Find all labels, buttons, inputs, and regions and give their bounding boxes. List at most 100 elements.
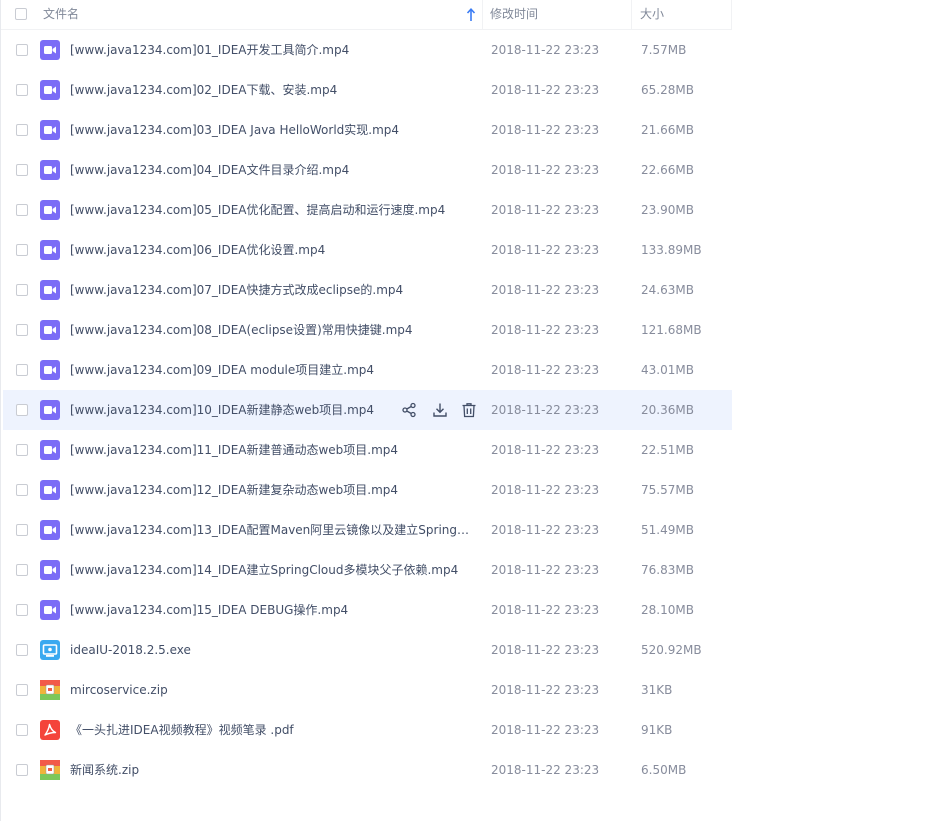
file-modified-time: 2018-11-22 23:23 bbox=[491, 363, 600, 377]
file-modified-time: 2018-11-22 23:23 bbox=[491, 203, 600, 217]
video-file-icon bbox=[40, 480, 60, 500]
file-size: 51.49MB bbox=[641, 523, 694, 537]
file-size: 20.36MB bbox=[641, 403, 694, 417]
file-modified-time: 2018-11-22 23:23 bbox=[491, 763, 600, 777]
file-row[interactable]: [www.java1234.com]06_IDEA优化设置.mp4 2018-11… bbox=[3, 230, 732, 270]
file-row[interactable]: [www.java1234.com]10_IDEA新建静态web项目.mp4 20… bbox=[3, 390, 732, 430]
file-row[interactable]: 新闻系统.zip 2018-11-22 23:23 6.50MB bbox=[3, 750, 732, 790]
file-row[interactable]: [www.java1234.com]08_IDEA(eclipse设置)常用快捷… bbox=[3, 310, 732, 350]
column-header-time[interactable]: 修改时间 bbox=[490, 0, 538, 29]
video-file-icon bbox=[40, 320, 60, 340]
file-row[interactable]: [www.java1234.com]14_IDEA建立SpringCloud多模… bbox=[3, 550, 732, 590]
file-modified-time: 2018-11-22 23:23 bbox=[491, 643, 600, 657]
delete-icon[interactable] bbox=[461, 402, 477, 418]
column-header-size[interactable]: 大小 bbox=[640, 0, 664, 29]
file-name[interactable]: [www.java1234.com]03_IDEA Java HelloWorl… bbox=[70, 110, 475, 150]
video-file-icon bbox=[40, 40, 60, 60]
file-row[interactable]: [www.java1234.com]05_IDEA优化配置、提高启动和运行速度.… bbox=[3, 190, 732, 230]
row-checkbox[interactable] bbox=[16, 84, 28, 96]
row-checkbox[interactable] bbox=[16, 644, 28, 656]
column-divider[interactable] bbox=[631, 0, 632, 29]
row-checkbox[interactable] bbox=[16, 604, 28, 616]
pdf-file-icon bbox=[40, 720, 60, 740]
file-name[interactable]: [www.java1234.com]08_IDEA(eclipse设置)常用快捷… bbox=[70, 310, 475, 350]
file-name[interactable]: [www.java1234.com]11_IDEA新建普通动态web项目.mp4 bbox=[70, 430, 475, 470]
row-checkbox[interactable] bbox=[16, 564, 28, 576]
file-row[interactable]: 《一头扎进IDEA视频教程》视频笔录 .pdf 2018-11-22 23:23 9… bbox=[3, 710, 732, 750]
file-row[interactable]: [www.java1234.com]11_IDEA新建普通动态web项目.mp4… bbox=[3, 430, 732, 470]
zip-file-icon bbox=[40, 760, 60, 780]
row-checkbox[interactable] bbox=[16, 444, 28, 456]
file-modified-time: 2018-11-22 23:23 bbox=[491, 483, 600, 497]
video-file-icon bbox=[40, 160, 60, 180]
sort-ascending-icon[interactable] bbox=[466, 8, 476, 22]
row-checkbox[interactable] bbox=[16, 524, 28, 536]
video-file-icon bbox=[40, 600, 60, 620]
row-checkbox[interactable] bbox=[16, 44, 28, 56]
file-name[interactable]: [www.java1234.com]15_IDEA DEBUG操作.mp4 bbox=[70, 590, 475, 630]
column-divider[interactable] bbox=[731, 0, 732, 29]
share-icon[interactable] bbox=[401, 402, 417, 418]
file-modified-time: 2018-11-22 23:23 bbox=[491, 683, 600, 697]
row-checkbox[interactable] bbox=[16, 484, 28, 496]
video-file-icon bbox=[40, 80, 60, 100]
video-file-icon bbox=[40, 120, 60, 140]
file-size: 43.01MB bbox=[641, 363, 694, 377]
file-name[interactable]: [www.java1234.com]14_IDEA建立SpringCloud多模… bbox=[70, 550, 475, 590]
file-name[interactable]: [www.java1234.com]09_IDEA module项目建立.mp4 bbox=[70, 350, 475, 390]
file-name[interactable]: 《一头扎进IDEA视频教程》视频笔录 .pdf bbox=[70, 710, 475, 750]
file-modified-time: 2018-11-22 23:23 bbox=[491, 603, 600, 617]
file-name[interactable]: [www.java1234.com]02_IDEA下载、安装.mp4 bbox=[70, 70, 475, 110]
file-modified-time: 2018-11-22 23:23 bbox=[491, 523, 600, 537]
file-modified-time: 2018-11-22 23:23 bbox=[491, 563, 600, 577]
download-icon[interactable] bbox=[432, 402, 448, 418]
file-name[interactable]: [www.java1234.com]04_IDEA文件目录介绍.mp4 bbox=[70, 150, 475, 190]
file-name[interactable]: [www.java1234.com]12_IDEA新建复杂动态web项目.mp4 bbox=[70, 470, 475, 510]
column-divider[interactable] bbox=[482, 0, 483, 29]
file-row[interactable]: ideaIU-2018.2.5.exe 2018-11-22 23:23 520.9… bbox=[3, 630, 732, 670]
file-row[interactable]: [www.java1234.com]13_IDEA配置Maven阿里云镜像以及建… bbox=[3, 510, 732, 550]
file-row[interactable]: [www.java1234.com]15_IDEA DEBUG操作.mp4 201… bbox=[3, 590, 732, 630]
zip-file-icon bbox=[40, 680, 60, 700]
file-name[interactable]: 新闻系统.zip bbox=[70, 750, 475, 790]
row-checkbox[interactable] bbox=[16, 324, 28, 336]
video-file-icon bbox=[40, 520, 60, 540]
row-checkbox[interactable] bbox=[16, 684, 28, 696]
file-modified-time: 2018-11-22 23:23 bbox=[491, 43, 600, 57]
file-row[interactable]: [www.java1234.com]07_IDEA快捷方式改成eclipse的.… bbox=[3, 270, 732, 310]
file-name[interactable]: [www.java1234.com]07_IDEA快捷方式改成eclipse的.… bbox=[70, 270, 475, 310]
file-row[interactable]: [www.java1234.com]09_IDEA module项目建立.mp4… bbox=[3, 350, 732, 390]
select-all-checkbox[interactable] bbox=[15, 8, 27, 20]
file-modified-time: 2018-11-22 23:23 bbox=[491, 123, 600, 137]
file-row[interactable]: [www.java1234.com]12_IDEA新建复杂动态web项目.mp4… bbox=[3, 470, 732, 510]
file-modified-time: 2018-11-22 23:23 bbox=[491, 283, 600, 297]
row-checkbox[interactable] bbox=[16, 724, 28, 736]
video-file-icon bbox=[40, 280, 60, 300]
file-row[interactable]: [www.java1234.com]04_IDEA文件目录介绍.mp4 2018-… bbox=[3, 150, 732, 190]
file-name[interactable]: [www.java1234.com]13_IDEA配置Maven阿里云镜像以及建… bbox=[70, 510, 475, 550]
file-name[interactable]: mircoservice.zip bbox=[70, 670, 475, 710]
file-name[interactable]: ideaIU-2018.2.5.exe bbox=[70, 630, 475, 670]
row-checkbox[interactable] bbox=[16, 244, 28, 256]
row-checkbox[interactable] bbox=[16, 124, 28, 136]
file-list-header: 文件名 修改时间 大小 bbox=[1, 0, 732, 30]
file-row[interactable]: mircoservice.zip 2018-11-22 23:23 31KB bbox=[3, 670, 732, 710]
file-size: 24.63MB bbox=[641, 283, 694, 297]
row-checkbox[interactable] bbox=[16, 764, 28, 776]
file-modified-time: 2018-11-22 23:23 bbox=[491, 83, 600, 97]
row-checkbox[interactable] bbox=[16, 164, 28, 176]
row-checkbox[interactable] bbox=[16, 364, 28, 376]
file-row[interactable]: [www.java1234.com]01_IDEA开发工具简介.mp4 2018-… bbox=[3, 30, 732, 70]
video-file-icon bbox=[40, 200, 60, 220]
file-name[interactable]: [www.java1234.com]05_IDEA优化配置、提高启动和运行速度.… bbox=[70, 190, 475, 230]
file-name[interactable]: [www.java1234.com]06_IDEA优化设置.mp4 bbox=[70, 230, 475, 270]
video-file-icon bbox=[40, 400, 60, 420]
row-checkbox[interactable] bbox=[16, 284, 28, 296]
file-row[interactable]: [www.java1234.com]03_IDEA Java HelloWorl… bbox=[3, 110, 732, 150]
row-checkbox[interactable] bbox=[16, 204, 28, 216]
column-header-name[interactable]: 文件名 bbox=[43, 0, 79, 29]
file-size: 76.83MB bbox=[641, 563, 694, 577]
row-checkbox[interactable] bbox=[16, 404, 28, 416]
file-name[interactable]: [www.java1234.com]01_IDEA开发工具简介.mp4 bbox=[70, 30, 475, 70]
file-row[interactable]: [www.java1234.com]02_IDEA下载、安装.mp4 2018-1… bbox=[3, 70, 732, 110]
